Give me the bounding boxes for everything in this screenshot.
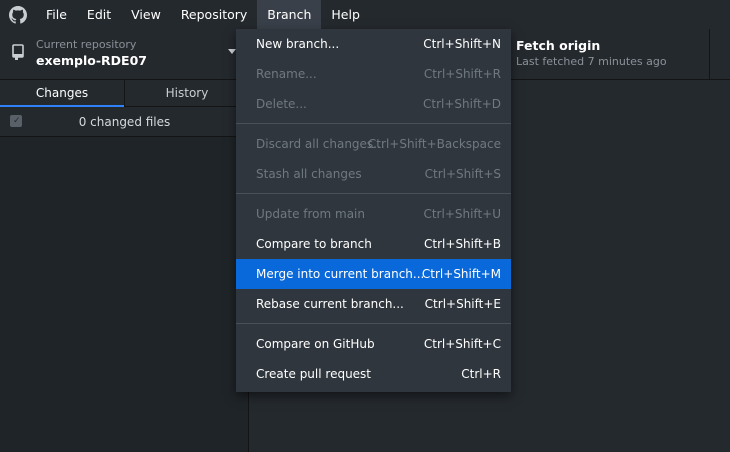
menu-item-create-pull-request[interactable]: Create pull request Ctrl+R	[236, 359, 511, 389]
menu-item-new-branch[interactable]: New branch... Ctrl+Shift+N	[236, 29, 511, 59]
repo-caption: Current repository	[36, 38, 137, 51]
menu-item-label: New branch...	[256, 37, 340, 51]
menu-view[interactable]: View	[121, 0, 171, 29]
tab-bar: Changes History	[0, 80, 249, 107]
fetch-subtitle: Last fetched 7 minutes ago	[516, 55, 667, 68]
menu-item-merge-into-current-branch[interactable]: Merge into current branch... Ctrl+Shift+…	[236, 259, 511, 289]
menu-item-stash-all-changes[interactable]: Stash all changes Ctrl+Shift+S	[236, 159, 511, 189]
left-pane: Changes History 0 changed files ✓	[0, 80, 249, 452]
menu-item-label: Compare on GitHub	[256, 337, 375, 351]
menu-bar: File Edit View Repository Branch Help	[0, 0, 730, 29]
fetch-origin-button[interactable]: Fetch origin Last fetched 7 minutes ago	[500, 29, 710, 79]
menu-item-shortcut: Ctrl+Shift+R	[423, 67, 501, 81]
caret-down-icon	[228, 49, 236, 54]
fetch-title: Fetch origin	[516, 38, 601, 53]
menu-item-shortcut: Ctrl+R	[461, 367, 501, 381]
menu-item-shortcut: Ctrl+Shift+C	[423, 337, 501, 351]
repo-icon	[11, 44, 25, 64]
menu-separator	[236, 123, 511, 124]
menu-item-label: Discard all changes...	[256, 137, 385, 151]
menu-item-shortcut: Ctrl+Shift+S	[424, 167, 501, 181]
menu-edit[interactable]: Edit	[77, 0, 121, 29]
menu-item-shortcut: Ctrl+Shift+M	[421, 267, 501, 281]
menu-item-rename[interactable]: Rename... Ctrl+Shift+R	[236, 59, 511, 89]
menu-item-shortcut: Ctrl+Shift+U	[423, 207, 501, 221]
menu-separator	[236, 323, 511, 324]
checkbox-icon[interactable]: ✓	[10, 115, 22, 127]
menu-item-discard-all-changes[interactable]: Discard all changes... Ctrl+Shift+Backsp…	[236, 129, 511, 159]
menu-item-delete[interactable]: Delete... Ctrl+Shift+D	[236, 89, 511, 119]
tab-history[interactable]: History	[124, 80, 249, 107]
current-repository-selector[interactable]: Current repository exemplo-RDE07	[0, 29, 249, 79]
menu-item-label: Compare to branch	[256, 237, 372, 251]
menu-item-compare-on-github[interactable]: Compare on GitHub Ctrl+Shift+C	[236, 329, 511, 359]
menu-repository[interactable]: Repository	[171, 0, 257, 29]
github-logo-icon	[0, 0, 36, 29]
menu-item-label: Delete...	[256, 97, 307, 111]
menu-help[interactable]: Help	[321, 0, 370, 29]
menu-item-rebase-current-branch[interactable]: Rebase current branch... Ctrl+Shift+E	[236, 289, 511, 319]
menu-item-shortcut: Ctrl+Shift+N	[423, 37, 501, 51]
menu-separator	[236, 193, 511, 194]
menu-item-shortcut: Ctrl+Shift+E	[424, 297, 501, 311]
branch-menu: New branch... Ctrl+Shift+N Rename... Ctr…	[236, 29, 511, 392]
menu-item-label: Merge into current branch...	[256, 267, 425, 281]
menu-branch[interactable]: Branch	[257, 0, 322, 29]
changed-files-count: 0 changed files	[78, 115, 171, 129]
menu-item-label: Rename...	[256, 67, 317, 81]
repo-name: exemplo-RDE07	[36, 53, 147, 68]
tab-changes[interactable]: Changes	[0, 80, 124, 107]
menu-item-shortcut: Ctrl+Shift+B	[424, 237, 501, 251]
menu-item-label: Update from main	[256, 207, 365, 221]
menu-item-compare-to-branch[interactable]: Compare to branch Ctrl+Shift+B	[236, 229, 511, 259]
menu-item-label: Stash all changes	[256, 167, 362, 181]
menu-item-update-from-main[interactable]: Update from main Ctrl+Shift+U	[236, 199, 511, 229]
menu-item-shortcut: Ctrl+Shift+D	[423, 97, 501, 111]
changes-header: 0 changed files ✓	[0, 107, 248, 137]
menu-item-shortcut: Ctrl+Shift+Backspace	[367, 137, 501, 151]
menu-item-label: Rebase current branch...	[256, 297, 404, 311]
menu-file[interactable]: File	[36, 0, 77, 29]
menu-item-label: Create pull request	[256, 367, 372, 381]
